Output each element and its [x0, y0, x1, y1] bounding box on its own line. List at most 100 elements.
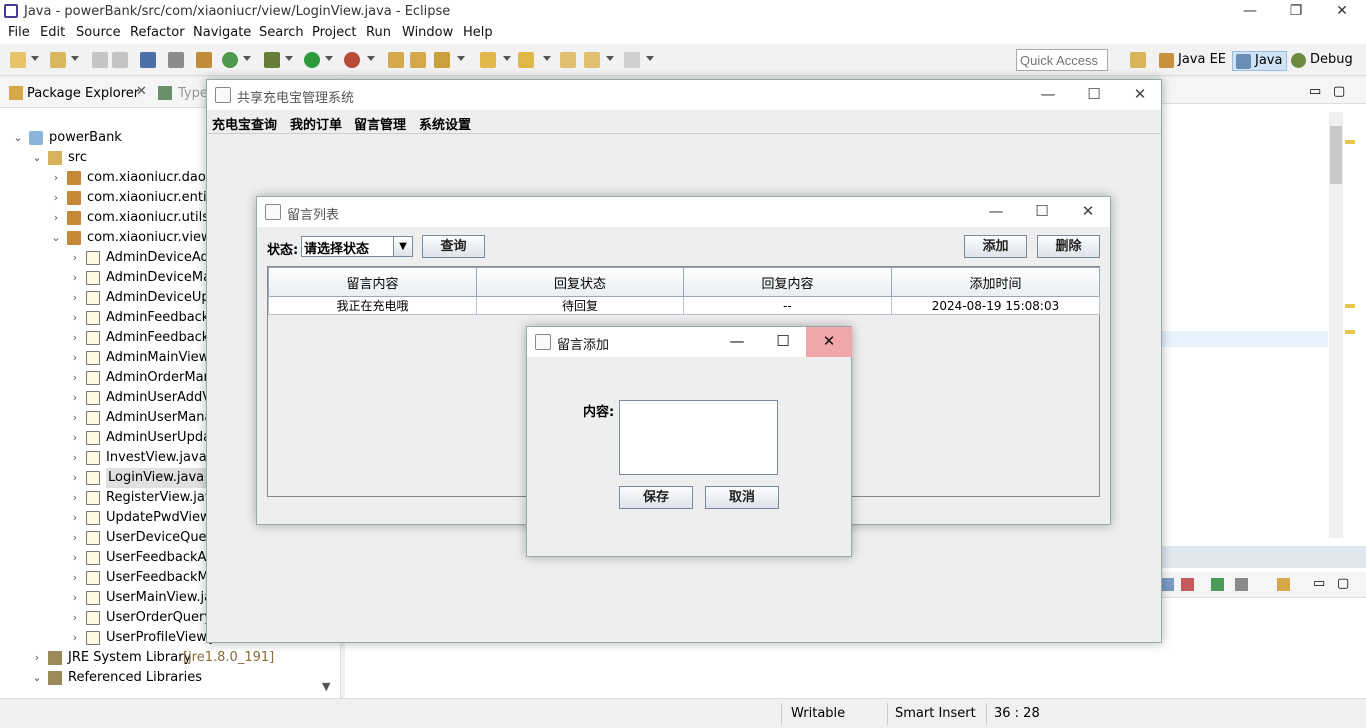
- chevron-right-icon[interactable]: ›: [69, 488, 81, 508]
- open-folder-icon[interactable]: [410, 52, 426, 68]
- external-tools-dropdown-icon[interactable]: [367, 56, 375, 61]
- perspective-debug[interactable]: Debug: [1288, 51, 1357, 71]
- console-open-icon[interactable]: [1277, 578, 1290, 591]
- console-minimize-icon[interactable]: ▭: [1313, 576, 1325, 591]
- chevron-right-icon[interactable]: ›: [69, 408, 81, 428]
- prev-annotation-icon[interactable]: [518, 52, 534, 68]
- chevron-right-icon[interactable]: ›: [69, 628, 81, 648]
- chevron-right-icon[interactable]: ›: [31, 648, 43, 668]
- eclipse-restore-button[interactable]: ❐: [1273, 0, 1319, 24]
- menu-help[interactable]: Help: [463, 25, 493, 40]
- console-icon[interactable]: [140, 52, 156, 68]
- dialog-close-button[interactable]: ✕: [806, 327, 852, 357]
- chevron-down-icon[interactable]: ▼: [393, 237, 412, 256]
- tree-referenced-libraries[interactable]: ⌄ Referenced Libraries: [31, 668, 340, 688]
- debug-icon[interactable]: [264, 52, 280, 68]
- editor-minimize-icon[interactable]: ▭: [1309, 84, 1321, 99]
- query-button[interactable]: 查询: [422, 235, 485, 258]
- list-maximize-button[interactable]: ☐: [1019, 197, 1065, 227]
- new-package-icon[interactable]: [50, 52, 66, 68]
- refresh-dropdown-icon[interactable]: [243, 56, 251, 61]
- console-maximize-icon[interactable]: ▢: [1337, 576, 1349, 591]
- next-annotation-icon[interactable]: [480, 52, 496, 68]
- console-view-icon[interactable]: [1161, 578, 1174, 591]
- menu-edit[interactable]: Edit: [40, 25, 65, 40]
- debug-dropdown-icon[interactable]: [285, 56, 293, 61]
- type-hierarchy-tab[interactable]: Type: [178, 86, 208, 101]
- menu-window[interactable]: Window: [402, 25, 453, 40]
- chevron-right-icon[interactable]: ›: [69, 308, 81, 328]
- chevron-right-icon[interactable]: ›: [69, 508, 81, 528]
- new-package-dropdown-icon[interactable]: [71, 56, 79, 61]
- back-icon[interactable]: [584, 52, 600, 68]
- close-tab-icon[interactable]: ✕: [136, 84, 147, 99]
- chevron-right-icon[interactable]: ›: [69, 608, 81, 628]
- editor-scroll-thumb[interactable]: [1330, 126, 1342, 184]
- new-java-project-icon[interactable]: [196, 52, 212, 68]
- table-row[interactable]: 我正在充电哦 待回复 -- 2024-08-19 15:08:03: [268, 296, 1100, 315]
- chevron-right-icon[interactable]: ›: [69, 428, 81, 448]
- list-close-button[interactable]: ✕: [1065, 197, 1111, 227]
- table-cell[interactable]: 我正在充电哦: [268, 296, 477, 315]
- menu-source[interactable]: Source: [76, 25, 121, 40]
- dialog-minimize-button[interactable]: —: [714, 327, 760, 357]
- run-dropdown-icon[interactable]: [325, 56, 333, 61]
- chevron-down-icon[interactable]: ⌄: [31, 668, 43, 688]
- menu-search[interactable]: Search: [259, 25, 304, 40]
- table-cell[interactable]: 待回复: [476, 296, 684, 315]
- table-cell[interactable]: 2024-08-19 15:08:03: [891, 296, 1100, 315]
- list-minimize-button[interactable]: —: [973, 197, 1019, 227]
- table-cell[interactable]: --: [683, 296, 892, 315]
- console-display-icon[interactable]: [1235, 578, 1248, 591]
- status-select[interactable]: 请选择状态 ▼: [301, 236, 413, 257]
- external-tools-icon[interactable]: [344, 52, 360, 68]
- tree-jre-library[interactable]: › JRE System Library [jre1.8.0_191]: [31, 648, 340, 668]
- chevron-right-icon[interactable]: ›: [69, 388, 81, 408]
- refresh-icon[interactable]: [222, 52, 238, 68]
- chevron-right-icon[interactable]: ›: [69, 268, 81, 288]
- main-maximize-button[interactable]: ☐: [1071, 80, 1117, 110]
- quick-access-input[interactable]: [1016, 49, 1108, 71]
- chevron-right-icon[interactable]: ›: [69, 548, 81, 568]
- chevron-right-icon[interactable]: ›: [50, 168, 62, 188]
- editor-maximize-icon[interactable]: ▢: [1333, 84, 1345, 99]
- menu-feedback-manage[interactable]: 留言管理: [354, 114, 406, 133]
- next-annotation-dropdown-icon[interactable]: [503, 56, 511, 61]
- column-header-content[interactable]: 留言内容: [268, 267, 477, 297]
- editor-vertical-scrollbar[interactable]: [1329, 112, 1343, 538]
- column-header-add-time[interactable]: 添加时间: [891, 267, 1100, 297]
- chevron-down-icon[interactable]: ⌄: [50, 228, 62, 248]
- menu-navigate[interactable]: Navigate: [193, 25, 251, 40]
- save-icon[interactable]: [92, 52, 108, 68]
- chevron-right-icon[interactable]: ›: [50, 188, 62, 208]
- chevron-right-icon[interactable]: ›: [69, 288, 81, 308]
- skip-breakpoints-icon[interactable]: [168, 52, 184, 68]
- menu-powerbank-query[interactable]: 充电宝查询: [212, 114, 277, 133]
- chevron-right-icon[interactable]: ›: [69, 328, 81, 348]
- run-icon[interactable]: [304, 52, 320, 68]
- forward-icon[interactable]: [624, 52, 640, 68]
- menu-refactor[interactable]: Refactor: [130, 25, 185, 40]
- chevron-down-icon[interactable]: ⌄: [31, 148, 43, 168]
- chevron-right-icon[interactable]: ›: [69, 588, 81, 608]
- menu-my-orders[interactable]: 我的订单: [290, 114, 342, 133]
- search-tool-icon[interactable]: [434, 52, 450, 68]
- main-minimize-button[interactable]: —: [1025, 80, 1071, 110]
- new-dropdown-icon[interactable]: [31, 56, 39, 61]
- eclipse-close-button[interactable]: ✕: [1319, 0, 1365, 24]
- menu-file[interactable]: File: [8, 25, 30, 40]
- chevron-right-icon[interactable]: ›: [69, 368, 81, 388]
- console-pin-icon[interactable]: [1211, 578, 1224, 591]
- chevron-right-icon[interactable]: ›: [69, 568, 81, 588]
- open-type-icon[interactable]: [388, 52, 404, 68]
- perspective-java[interactable]: Java: [1232, 51, 1288, 71]
- chevron-right-icon[interactable]: ›: [69, 348, 81, 368]
- chevron-down-icon[interactable]: ⌄: [12, 128, 24, 148]
- delete-button[interactable]: 删除: [1037, 235, 1100, 258]
- add-button[interactable]: 添加: [964, 235, 1027, 258]
- cancel-button[interactable]: 取消: [705, 486, 779, 509]
- chevron-right-icon[interactable]: ›: [50, 208, 62, 228]
- main-close-button[interactable]: ✕: [1117, 80, 1163, 110]
- column-header-reply-content[interactable]: 回复内容: [683, 267, 892, 297]
- menu-system-settings[interactable]: 系统设置: [419, 114, 471, 133]
